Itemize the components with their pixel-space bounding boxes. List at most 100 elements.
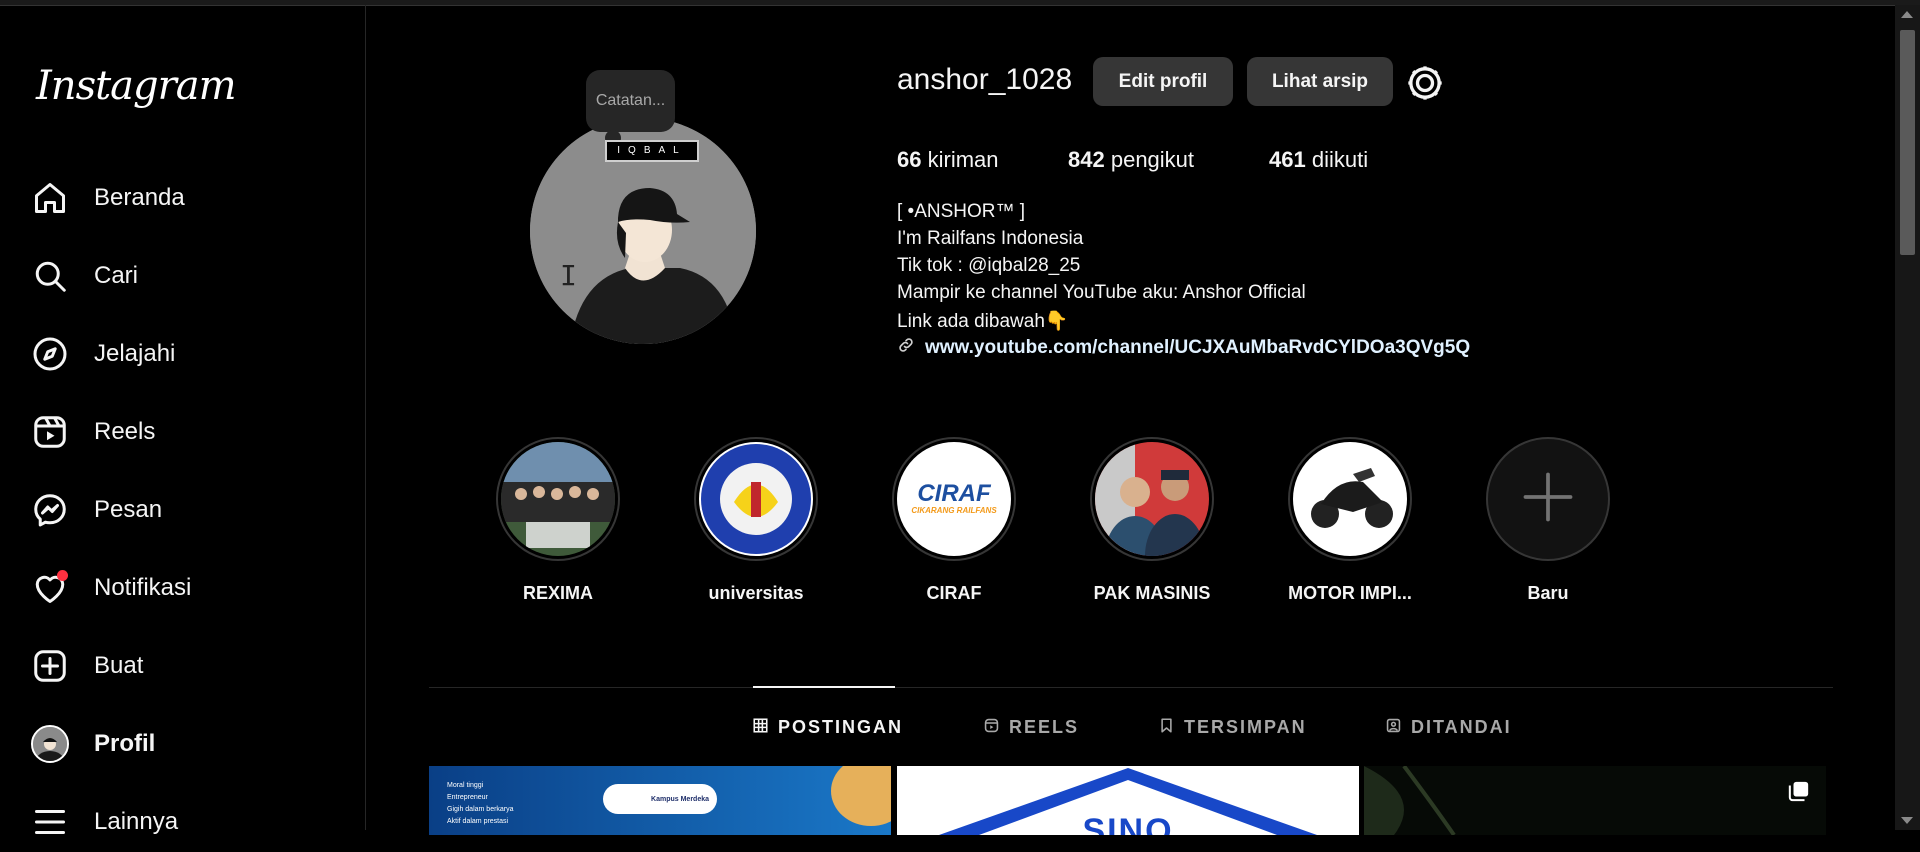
tab-tersimpan[interactable]: TERSIMPAN <box>1159 717 1307 738</box>
sidebar-item-beranda[interactable]: Beranda <box>30 168 350 228</box>
highlight-image: CIRAF CIKARANG RAILFANS <box>897 442 1011 556</box>
highlight-pak-masinis[interactable]: PAK MASINIS <box>1087 437 1217 604</box>
bio-line: Mampir ke channel YouTube aku: Anshor Of… <box>897 282 1306 303</box>
sidebar-item-label: Reels <box>94 418 156 445</box>
post-thumbnail[interactable]: SINO <box>897 766 1359 835</box>
plus-icon <box>1518 467 1578 532</box>
multiple-posts-icon <box>1788 780 1810 807</box>
reels-icon <box>984 718 999 738</box>
post-badge: Kampus Merdeka <box>603 784 717 814</box>
sidebar-item-label: Profil <box>94 730 156 757</box>
sidebar-item-lainnya[interactable]: Lainnya <box>30 792 350 852</box>
highlight-universitas[interactable]: universitas <box>691 437 821 604</box>
highlight-motor[interactable]: MOTOR IMPI... <box>1285 437 1415 604</box>
highlight-image <box>699 442 813 556</box>
highlight-label: universitas <box>708 583 804 603</box>
ciraf-logo-text: CIRAF <box>917 480 991 507</box>
sidebar-item-label: Buat <box>94 652 144 679</box>
bio-line: [ •ANSHOR™ ] <box>897 201 1026 222</box>
post-caption-line: Moral tinggi <box>447 782 484 789</box>
highlight-ring <box>694 437 818 561</box>
sidebar-item-label: Jelajahi <box>94 340 176 367</box>
avatar-name-tag: IQBAL <box>605 140 699 162</box>
scrollbar-thumb[interactable] <box>1900 30 1915 255</box>
post-thumbnail[interactable]: Moral tinggi Entrepreneur Gigih dalam be… <box>429 766 891 835</box>
sidebar-item-notifikasi[interactable]: Notifikasi <box>30 558 350 618</box>
highlight-label: Baru <box>1527 583 1569 603</box>
bio-link[interactable]: www.youtube.com/channel/UCJXAuMbaRvdCYlD… <box>897 336 1470 360</box>
sidebar-item-label: Beranda <box>94 184 185 211</box>
scroll-down-arrow-icon[interactable] <box>1901 817 1913 824</box>
compass-icon <box>30 334 70 374</box>
bio-line: I'm Railfans Indonesia <box>897 228 1084 249</box>
highlight-ciraf[interactable]: CIRAF CIKARANG RAILFANS CIRAF <box>889 437 1019 604</box>
menu-icon <box>30 802 70 842</box>
posts-label: kiriman <box>927 147 999 172</box>
following-label: diikuti <box>1311 147 1369 172</box>
active-tab-indicator <box>753 686 895 688</box>
edit-profile-button[interactable]: Edit profil <box>1093 57 1233 106</box>
settings-gear-icon[interactable] <box>1405 63 1445 103</box>
sidebar-item-label: Notifikasi <box>94 574 192 601</box>
tab-ditandai[interactable]: DITANDAI <box>1386 717 1512 738</box>
followers-stat[interactable]: 842 pengikut <box>1068 147 1194 173</box>
avatar <box>30 724 70 764</box>
highlight-ring <box>1090 437 1214 561</box>
tab-label: DITANDAI <box>1411 717 1512 737</box>
page-scrollbar[interactable] <box>1895 5 1920 830</box>
tab-label: TERSIMPAN <box>1184 717 1307 737</box>
post-text: SINO <box>1082 812 1174 835</box>
highlight-label: PAK MASINIS <box>1093 583 1211 603</box>
sidebar: Instagram Beranda Cari Jelajahi Reels Pe… <box>0 5 366 835</box>
profile-username: anshor_1028 <box>897 63 1073 96</box>
sidebar-item-jelajahi[interactable]: Jelajahi <box>30 324 350 384</box>
highlight-rexima[interactable]: REXIMA <box>493 437 623 604</box>
post-caption-line: Entrepreneur <box>447 794 488 801</box>
new-highlight-button[interactable]: Baru <box>1483 437 1613 604</box>
posts-stat: 66 kiriman <box>897 147 999 173</box>
sidebar-item-pesan[interactable]: Pesan <box>30 480 350 540</box>
highlight-image <box>1095 442 1209 556</box>
view-archive-button[interactable]: Lihat arsip <box>1247 57 1393 106</box>
following-count: 461 <box>1269 147 1306 172</box>
highlight-ring: CIRAF CIKARANG RAILFANS <box>892 437 1016 561</box>
profile-main: Catatan... IQBAL I anshor_1028 Edit prof… <box>367 5 1895 835</box>
grid-icon <box>753 717 768 738</box>
scroll-up-arrow-icon[interactable] <box>1901 11 1913 18</box>
tab-reels[interactable]: REELS <box>984 717 1079 738</box>
sidebar-item-label: Lainnya <box>94 808 179 835</box>
followers-label: pengikut <box>1110 147 1195 172</box>
followers-count: 842 <box>1068 147 1105 172</box>
reels-icon <box>30 412 70 452</box>
bookmark-icon <box>1159 717 1174 738</box>
heart-icon <box>30 568 70 608</box>
highlight-ring <box>1486 437 1610 561</box>
bio-link-text[interactable]: www.youtube.com/channel/UCJXAuMbaRvdCYlD… <box>925 337 1470 359</box>
post-thumbnail[interactable] <box>1364 766 1826 835</box>
plus-square-icon <box>30 646 70 686</box>
sidebar-item-profil[interactable]: Profil <box>30 714 350 774</box>
tabs-divider <box>429 687 1833 688</box>
note-bubble[interactable]: Catatan... <box>586 70 675 132</box>
search-icon <box>30 256 70 296</box>
sidebar-item-buat[interactable]: Buat <box>30 636 350 696</box>
post-badge-text: Kampus Merdeka <box>651 795 709 803</box>
highlight-ring <box>496 437 620 561</box>
tab-label: POSTINGAN <box>778 717 904 737</box>
messenger-icon <box>30 490 70 530</box>
tab-postingan[interactable]: POSTINGAN <box>753 717 903 738</box>
following-stat[interactable]: 461 diikuti <box>1269 147 1368 173</box>
post-caption-line: Gigih dalam berkarya <box>447 806 514 813</box>
highlight-label: CIRAF <box>926 583 982 603</box>
bio-line: Tik tok : @iqbal28_25 <box>897 255 1081 276</box>
notification-dot <box>57 570 68 581</box>
home-icon <box>30 178 70 218</box>
post-caption-line: Aktif dalam prestasi <box>447 818 509 825</box>
highlight-image <box>501 442 615 556</box>
ciraf-logo-subtext: CIKARANG RAILFANS <box>911 506 997 515</box>
sidebar-item-reels[interactable]: Reels <box>30 402 350 462</box>
sidebar-item-cari[interactable]: Cari <box>30 246 350 306</box>
highlight-label: MOTOR IMPI... <box>1288 583 1412 603</box>
posts-count: 66 <box>897 147 922 172</box>
instagram-logo[interactable]: Instagram <box>36 63 237 109</box>
